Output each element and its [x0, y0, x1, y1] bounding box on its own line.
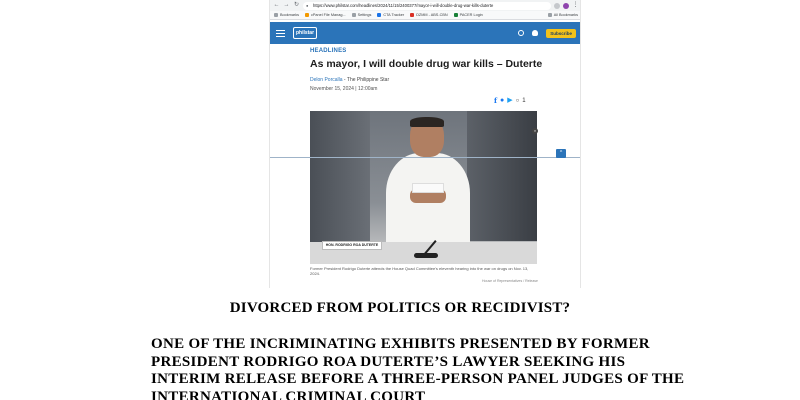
article-photo: HON. RODRIGO ROA DUTERTE [310, 111, 537, 264]
bookmark-item[interactable]: Settings [351, 13, 371, 17]
photo-caption: Former President Rodrigo Duterte attends… [310, 266, 529, 276]
menu-icon[interactable]: ⋮ [572, 0, 579, 11]
site-logo[interactable]: philstar [293, 27, 317, 39]
gear-icon [351, 13, 356, 17]
bookmark-item[interactable]: CTA Tracker [377, 13, 404, 17]
article-category[interactable]: HEADLINES [310, 48, 346, 54]
background-people [467, 111, 537, 241]
publication-name: - The Philippine Star [343, 77, 390, 83]
star-icon [274, 13, 278, 17]
folder-icon [547, 13, 552, 17]
document-paragraph: ONE OF THE INCRIMINATING EXHIBITS PRESEN… [151, 336, 685, 400]
article-title: As mayor, I will double drug war kills –… [310, 58, 543, 70]
byline: Delon Porcalla - The Philippine Star [310, 77, 389, 83]
user-icon[interactable] [532, 30, 539, 36]
profile-icon[interactable] [563, 2, 569, 9]
messenger-icon[interactable]: ● [500, 97, 504, 105]
twitter-icon[interactable]: ▶ [507, 97, 512, 105]
share-bar: f ● ▶ ○ 1 [494, 97, 526, 105]
dzmm-icon [410, 13, 415, 17]
author-link[interactable]: Delon Porcalla [310, 77, 343, 83]
bookmark-item[interactable]: Bookmarks [274, 13, 299, 17]
bookmark-item[interactable]: DZMM - ABS-CBN [410, 13, 448, 17]
site-header: philstar Subscribe [270, 22, 580, 44]
subscribe-button[interactable]: Subscribe [546, 28, 576, 38]
bookmarks-bar: Bookmarks cPanel File Manag... Settings … [270, 11, 580, 20]
facebook-icon[interactable]: f [494, 97, 497, 105]
article-screenshot: ← → ↻ ● https://www.philstar.com/headlin… [269, 0, 581, 288]
search-icon[interactable] [518, 30, 525, 36]
lock-icon: ● [306, 2, 309, 8]
close-icon[interactable]: × [532, 128, 538, 134]
nameplate: HON. RODRIGO ROA DUTERTE [322, 241, 382, 250]
comment-count: 1 [522, 98, 526, 104]
photo-credit: House of Representatives / Release [481, 279, 538, 283]
bookmark-item[interactable]: PACER Login [453, 13, 483, 17]
back-icon[interactable]: ← [273, 0, 280, 11]
forward-icon[interactable]: → [283, 0, 290, 11]
extension-icon[interactable] [554, 2, 560, 9]
bookmark-item[interactable]: cPanel File Manag... [305, 13, 346, 17]
pacer-icon [453, 13, 458, 17]
article-date: November 15, 2024 | 12:00am [310, 86, 378, 92]
url-text: https://www.philstar.com/headlines/2024/… [313, 2, 494, 8]
overlay-line [270, 157, 580, 158]
comment-icon[interactable]: ○ [516, 97, 520, 105]
all-bookmarks[interactable]: All Bookmarks [547, 13, 578, 17]
address-bar[interactable]: ● https://www.philstar.com/headlines/202… [303, 1, 551, 10]
hamburger-menu-icon[interactable] [276, 29, 285, 37]
photo-subject [382, 117, 474, 257]
cpanel-icon [305, 13, 309, 17]
microphone-base [414, 253, 438, 258]
document-heading: DIVORCED FROM POLITICS OR RECIDIVIST? [229, 300, 571, 316]
browser-toolbar: ← → ↻ ● https://www.philstar.com/headlin… [270, 0, 580, 11]
reload-icon[interactable]: ↻ [293, 0, 300, 11]
scroll-to-top-button[interactable]: ^ [556, 149, 566, 158]
tracker-icon [377, 13, 382, 17]
